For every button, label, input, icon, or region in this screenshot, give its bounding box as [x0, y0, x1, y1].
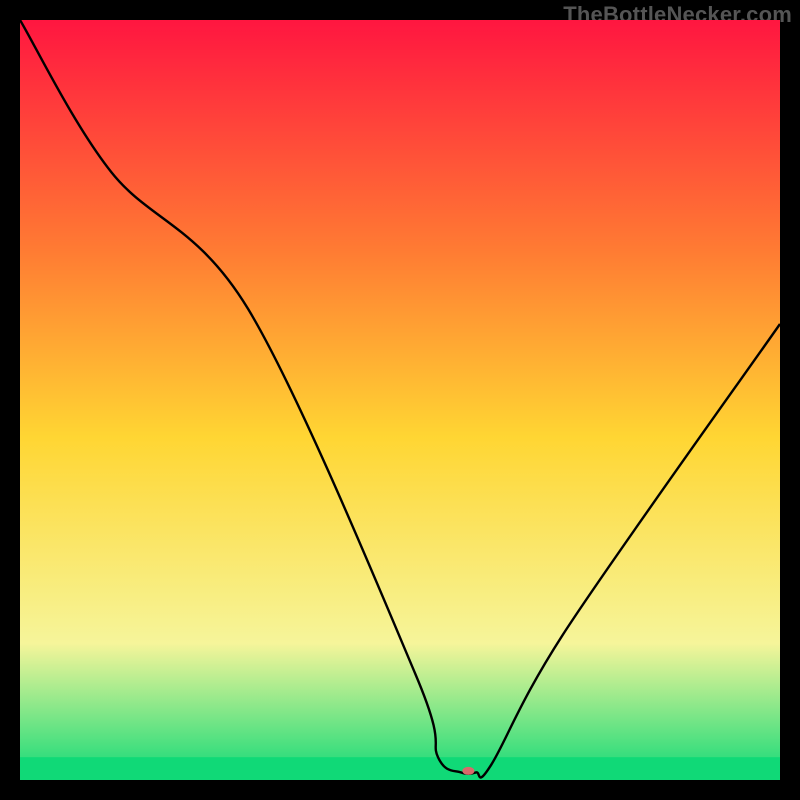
chart-svg	[20, 20, 780, 780]
gradient-background	[20, 20, 780, 780]
chart-frame: TheBottleNecker.com	[0, 0, 800, 800]
chart-plot-area	[20, 20, 780, 780]
operating-point-marker	[462, 767, 474, 775]
green-band	[20, 757, 780, 780]
